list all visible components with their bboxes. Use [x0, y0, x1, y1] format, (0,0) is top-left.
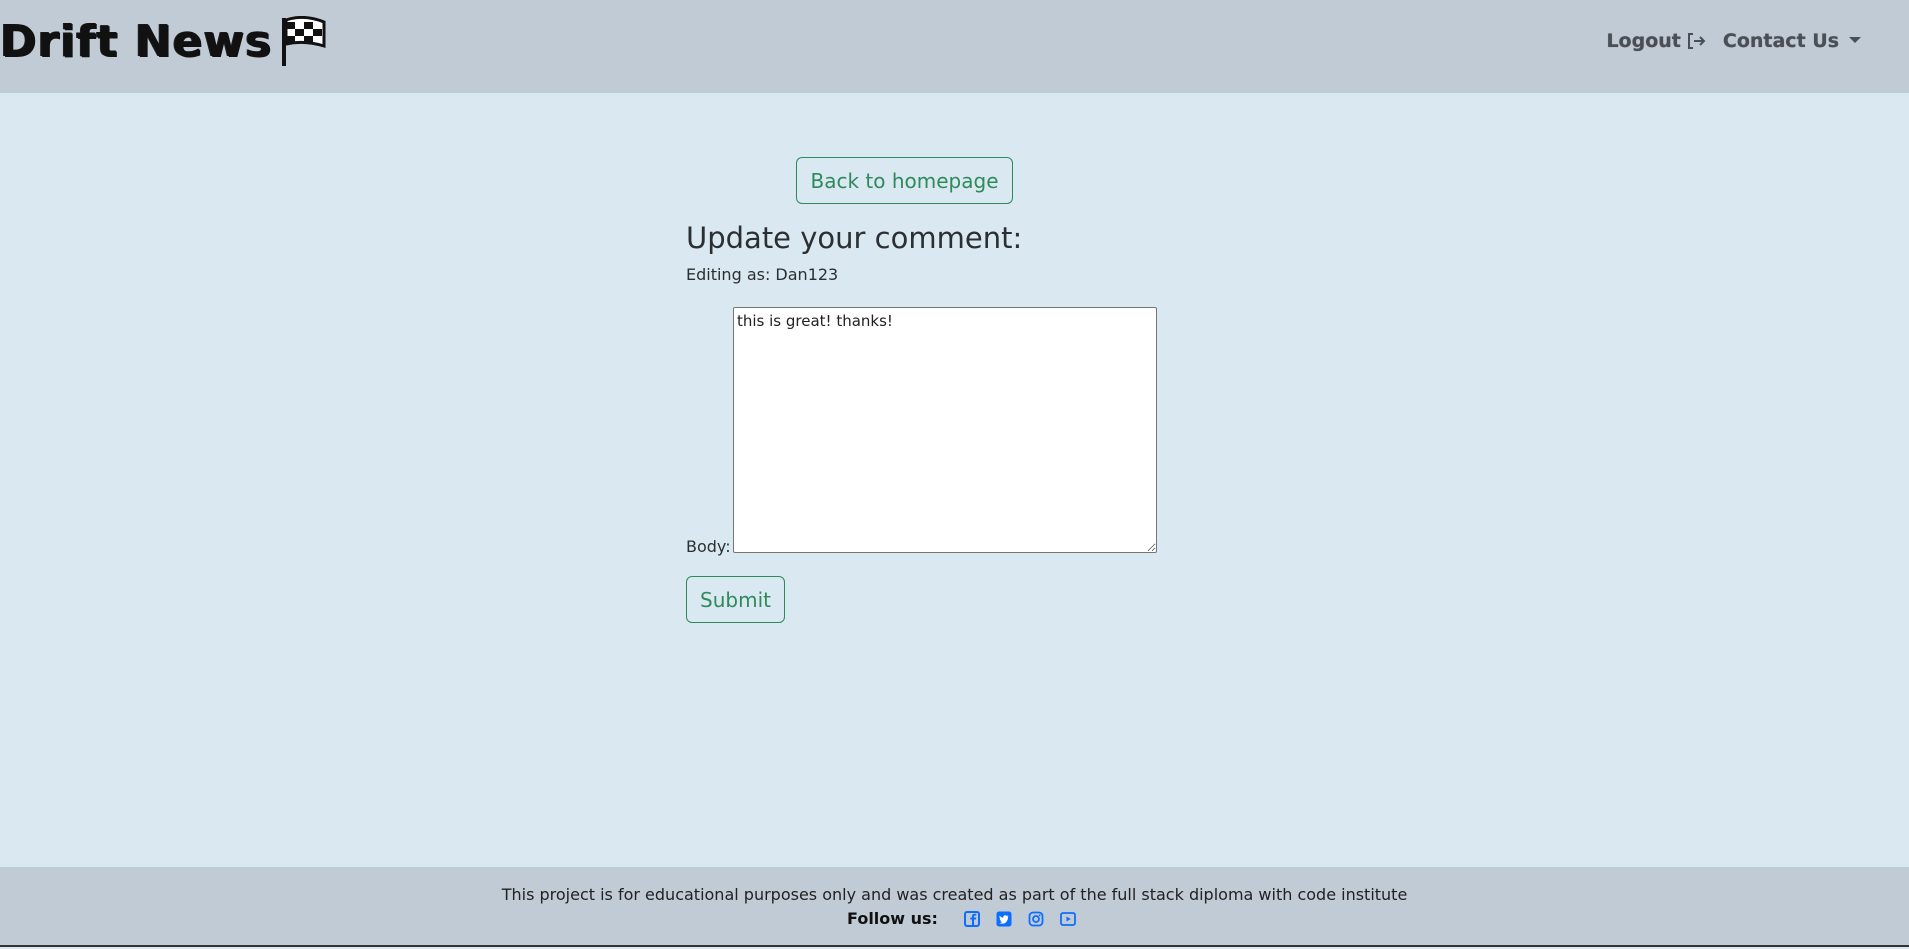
logout-link[interactable]: Logout	[1606, 30, 1706, 52]
contact-us-label: Contact Us	[1722, 30, 1839, 52]
brand-title: Drift News	[0, 16, 273, 67]
editing-as-text: Editing as: Dan123	[686, 265, 839, 284]
page-title: Update your comment:	[686, 221, 1023, 255]
checkered-flag-icon	[282, 16, 326, 66]
brand-logo-link[interactable]: Drift News	[0, 14, 326, 70]
contact-us-dropdown[interactable]: Contact Us	[1723, 30, 1861, 52]
youtube-icon[interactable]	[1060, 911, 1076, 927]
footer: This project is for educational purposes…	[0, 867, 1909, 947]
back-to-homepage-button[interactable]: Back to homepage	[796, 157, 1013, 204]
footer-disclaimer: This project is for educational purposes…	[501, 885, 1408, 904]
follow-us-label: Follow us:	[847, 909, 938, 928]
navbar: Drift News Logout Contact Us	[0, 0, 1909, 93]
body-label: Body:	[686, 537, 731, 556]
nav-links: Logout Contact Us	[1606, 30, 1861, 52]
follow-us-row: Follow us:	[0, 909, 1909, 928]
instagram-icon[interactable]	[1028, 911, 1044, 927]
logout-label: Logout	[1606, 30, 1681, 52]
chevron-down-icon	[1849, 37, 1861, 43]
twitter-icon[interactable]	[996, 911, 1012, 927]
facebook-icon[interactable]	[963, 910, 980, 927]
submit-button[interactable]: Submit	[686, 576, 785, 623]
logout-icon	[1687, 33, 1706, 49]
comment-body-textarea[interactable]: this is great! thanks!	[733, 307, 1157, 553]
